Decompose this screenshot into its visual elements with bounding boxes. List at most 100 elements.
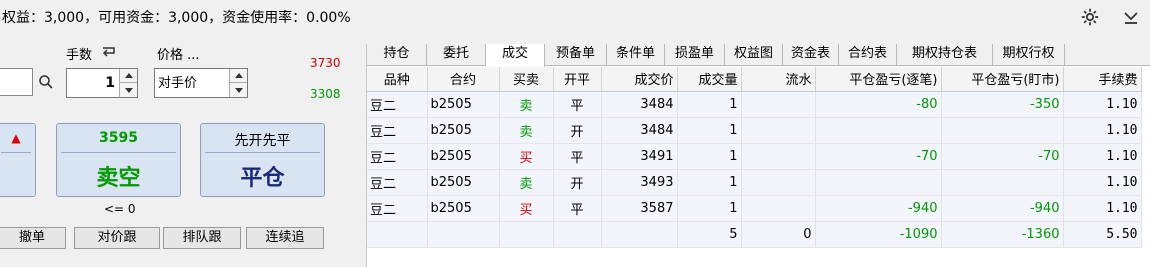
price-up-button[interactable] (229, 69, 247, 83)
cell-flow (741, 117, 816, 144)
col-header-pnl-trade[interactable]: 平仓盈亏(逐笔) (815, 67, 942, 92)
divider (205, 152, 320, 153)
contract-code-input[interactable] (0, 68, 33, 96)
table-row[interactable]: 豆二 b2505 卖 开 3493 1 1.10 (367, 169, 1142, 196)
col-header-product[interactable]: 品种 (367, 67, 428, 92)
col-header-offset[interactable]: 开平 (553, 67, 602, 92)
tab-positions[interactable]: 持仓 (367, 44, 427, 66)
cell-volume: 1 (677, 169, 742, 196)
chevron-down-icon (124, 87, 133, 93)
divider (1, 152, 31, 153)
quantity-stepper[interactable]: 1 (66, 68, 138, 98)
cell-pnl-mtm (941, 117, 1064, 144)
tab-bar: 持仓 委托 成交 预备单 条件单 损盈单 权益图 资金表 合约表 期权持仓表 期… (367, 44, 1150, 67)
cell-pnl-mtm (941, 169, 1064, 196)
cell-volume: 1 (677, 91, 742, 118)
account-summary: 权益：3,000，可用资金：3,000，资金使用率：0.00% (2, 10, 351, 26)
cell-product: 豆二 (367, 195, 428, 222)
buy-marker-icon: ▲ (11, 131, 21, 145)
sell-short-button[interactable]: 3595 卖空 (56, 123, 181, 197)
cell-price: 3484 (601, 117, 678, 144)
tab-stop-orders[interactable]: 损盈单 (665, 44, 725, 66)
cell-pnl-trade (815, 169, 942, 196)
cell-contract: b2505 (427, 117, 500, 144)
cell-flow (741, 91, 816, 118)
trades-table: 品种 合约 买卖 开平 成交价 成交量 流水 平仓盈亏(逐笔) 平仓盈亏(盯市)… (367, 67, 1142, 248)
qty-label: 手数 (66, 48, 93, 63)
col-header-contract[interactable]: 合约 (427, 67, 500, 92)
table-row[interactable]: 豆二 b2505 买 平 3587 1 -940 -940 1.10 (367, 195, 1142, 222)
price-label[interactable]: 价格 ... (157, 44, 200, 63)
cell-offset: 开 (553, 117, 602, 144)
chevron-up-icon (234, 73, 243, 78)
ask-price: 3730 (310, 56, 341, 70)
col-header-side[interactable]: 买卖 (499, 67, 554, 92)
search-icon[interactable] (38, 74, 54, 90)
cell-fee: 1.10 (1063, 117, 1142, 144)
tab-conditional-orders[interactable]: 条件单 (607, 44, 665, 66)
tab-orders[interactable]: 委托 (427, 44, 486, 66)
total-offset (553, 221, 602, 248)
col-header-fee[interactable]: 手续费 (1063, 67, 1142, 92)
qty-up-button[interactable] (119, 69, 137, 83)
col-header-pnl-mtm[interactable]: 平仓盈亏(盯市) (941, 67, 1064, 92)
table-row[interactable]: 豆二 b2505 卖 开 3484 1 1.10 (367, 117, 1142, 144)
continuous-chase-button[interactable]: 连续追 (246, 227, 324, 249)
table-row[interactable]: 豆二 b2505 买 平 3491 1 -70 -70 1.10 (367, 143, 1142, 170)
gear-icon[interactable] (1079, 6, 1101, 28)
cell-volume: 1 (677, 143, 742, 170)
total-pnl-trade: -1090 (815, 221, 942, 248)
cell-contract: b2505 (427, 91, 500, 118)
buy-long-button[interactable]: ▲ (0, 123, 36, 197)
cell-offset: 平 (553, 195, 602, 222)
cell-offset: 开 (553, 169, 602, 196)
col-header-price[interactable]: 成交价 (601, 67, 678, 92)
tab-equity-chart[interactable]: 权益图 (725, 44, 783, 66)
total-fee: 5.50 (1063, 221, 1142, 248)
total-contract (427, 221, 500, 248)
follow-queue-price-button[interactable]: 排队跟 (163, 227, 241, 249)
trading-window: 权益：3,000，可用资金：3,000，资金使用率：0.00% 手数 价格 ..… (0, 0, 1150, 267)
tab-prepared-orders[interactable]: 预备单 (545, 44, 607, 66)
total-pnl-mtm: -1360 (941, 221, 1064, 248)
sell-price: 3595 (99, 130, 138, 146)
return-icon[interactable] (101, 45, 117, 59)
qty-down-button[interactable] (119, 83, 137, 97)
cell-side: 卖 (499, 91, 554, 118)
cell-side: 买 (499, 195, 554, 222)
divider (61, 152, 176, 153)
follow-counter-price-button[interactable]: 对价跟 (74, 227, 160, 249)
records-panel: 持仓 委托 成交 预备单 条件单 损盈单 权益图 资金表 合约表 期权持仓表 期… (366, 44, 1150, 267)
cell-price: 3493 (601, 169, 678, 196)
table-row[interactable]: 豆二 b2505 卖 平 3484 1 -80 -350 1.10 (367, 91, 1142, 118)
cell-side: 买 (499, 143, 554, 170)
price-type-select[interactable]: 对手价 (154, 68, 248, 98)
cell-pnl-mtm: -70 (941, 143, 1064, 170)
cell-flow (741, 143, 816, 170)
cell-flow (741, 169, 816, 196)
total-price (601, 221, 678, 248)
cell-product: 豆二 (367, 143, 428, 170)
cell-side: 卖 (499, 169, 554, 196)
close-position-button[interactable]: 先开先平 平仓 (200, 123, 325, 197)
col-header-flow[interactable]: 流水 (741, 67, 816, 92)
tab-contracts[interactable]: 合约表 (839, 44, 897, 66)
quantity-value: 1 (105, 75, 115, 91)
col-header-volume[interactable]: 成交量 (677, 67, 742, 92)
close-position-label: 平仓 (240, 165, 285, 191)
tab-option-positions[interactable]: 期权持仓表 (897, 44, 993, 66)
tab-trades[interactable]: 成交 (486, 44, 545, 67)
account-summary-bar: 权益：3,000，可用资金：3,000，资金使用率：0.00% (0, 0, 1150, 34)
cell-offset: 平 (553, 143, 602, 170)
total-side (499, 221, 554, 248)
bid-price: 3308 (310, 87, 341, 101)
table-total-row: 5 0 -1090 -1360 5.50 (367, 221, 1142, 248)
collapse-down-icon[interactable] (1120, 6, 1142, 28)
cell-flow (741, 195, 816, 222)
tab-funds[interactable]: 资金表 (783, 44, 839, 66)
cell-volume: 1 (677, 195, 742, 222)
chevron-down-icon (234, 87, 243, 93)
cancel-order-button[interactable]: 撤单 (0, 227, 66, 249)
price-down-button[interactable] (229, 83, 247, 97)
tab-option-exercise[interactable]: 期权行权 (993, 44, 1065, 66)
